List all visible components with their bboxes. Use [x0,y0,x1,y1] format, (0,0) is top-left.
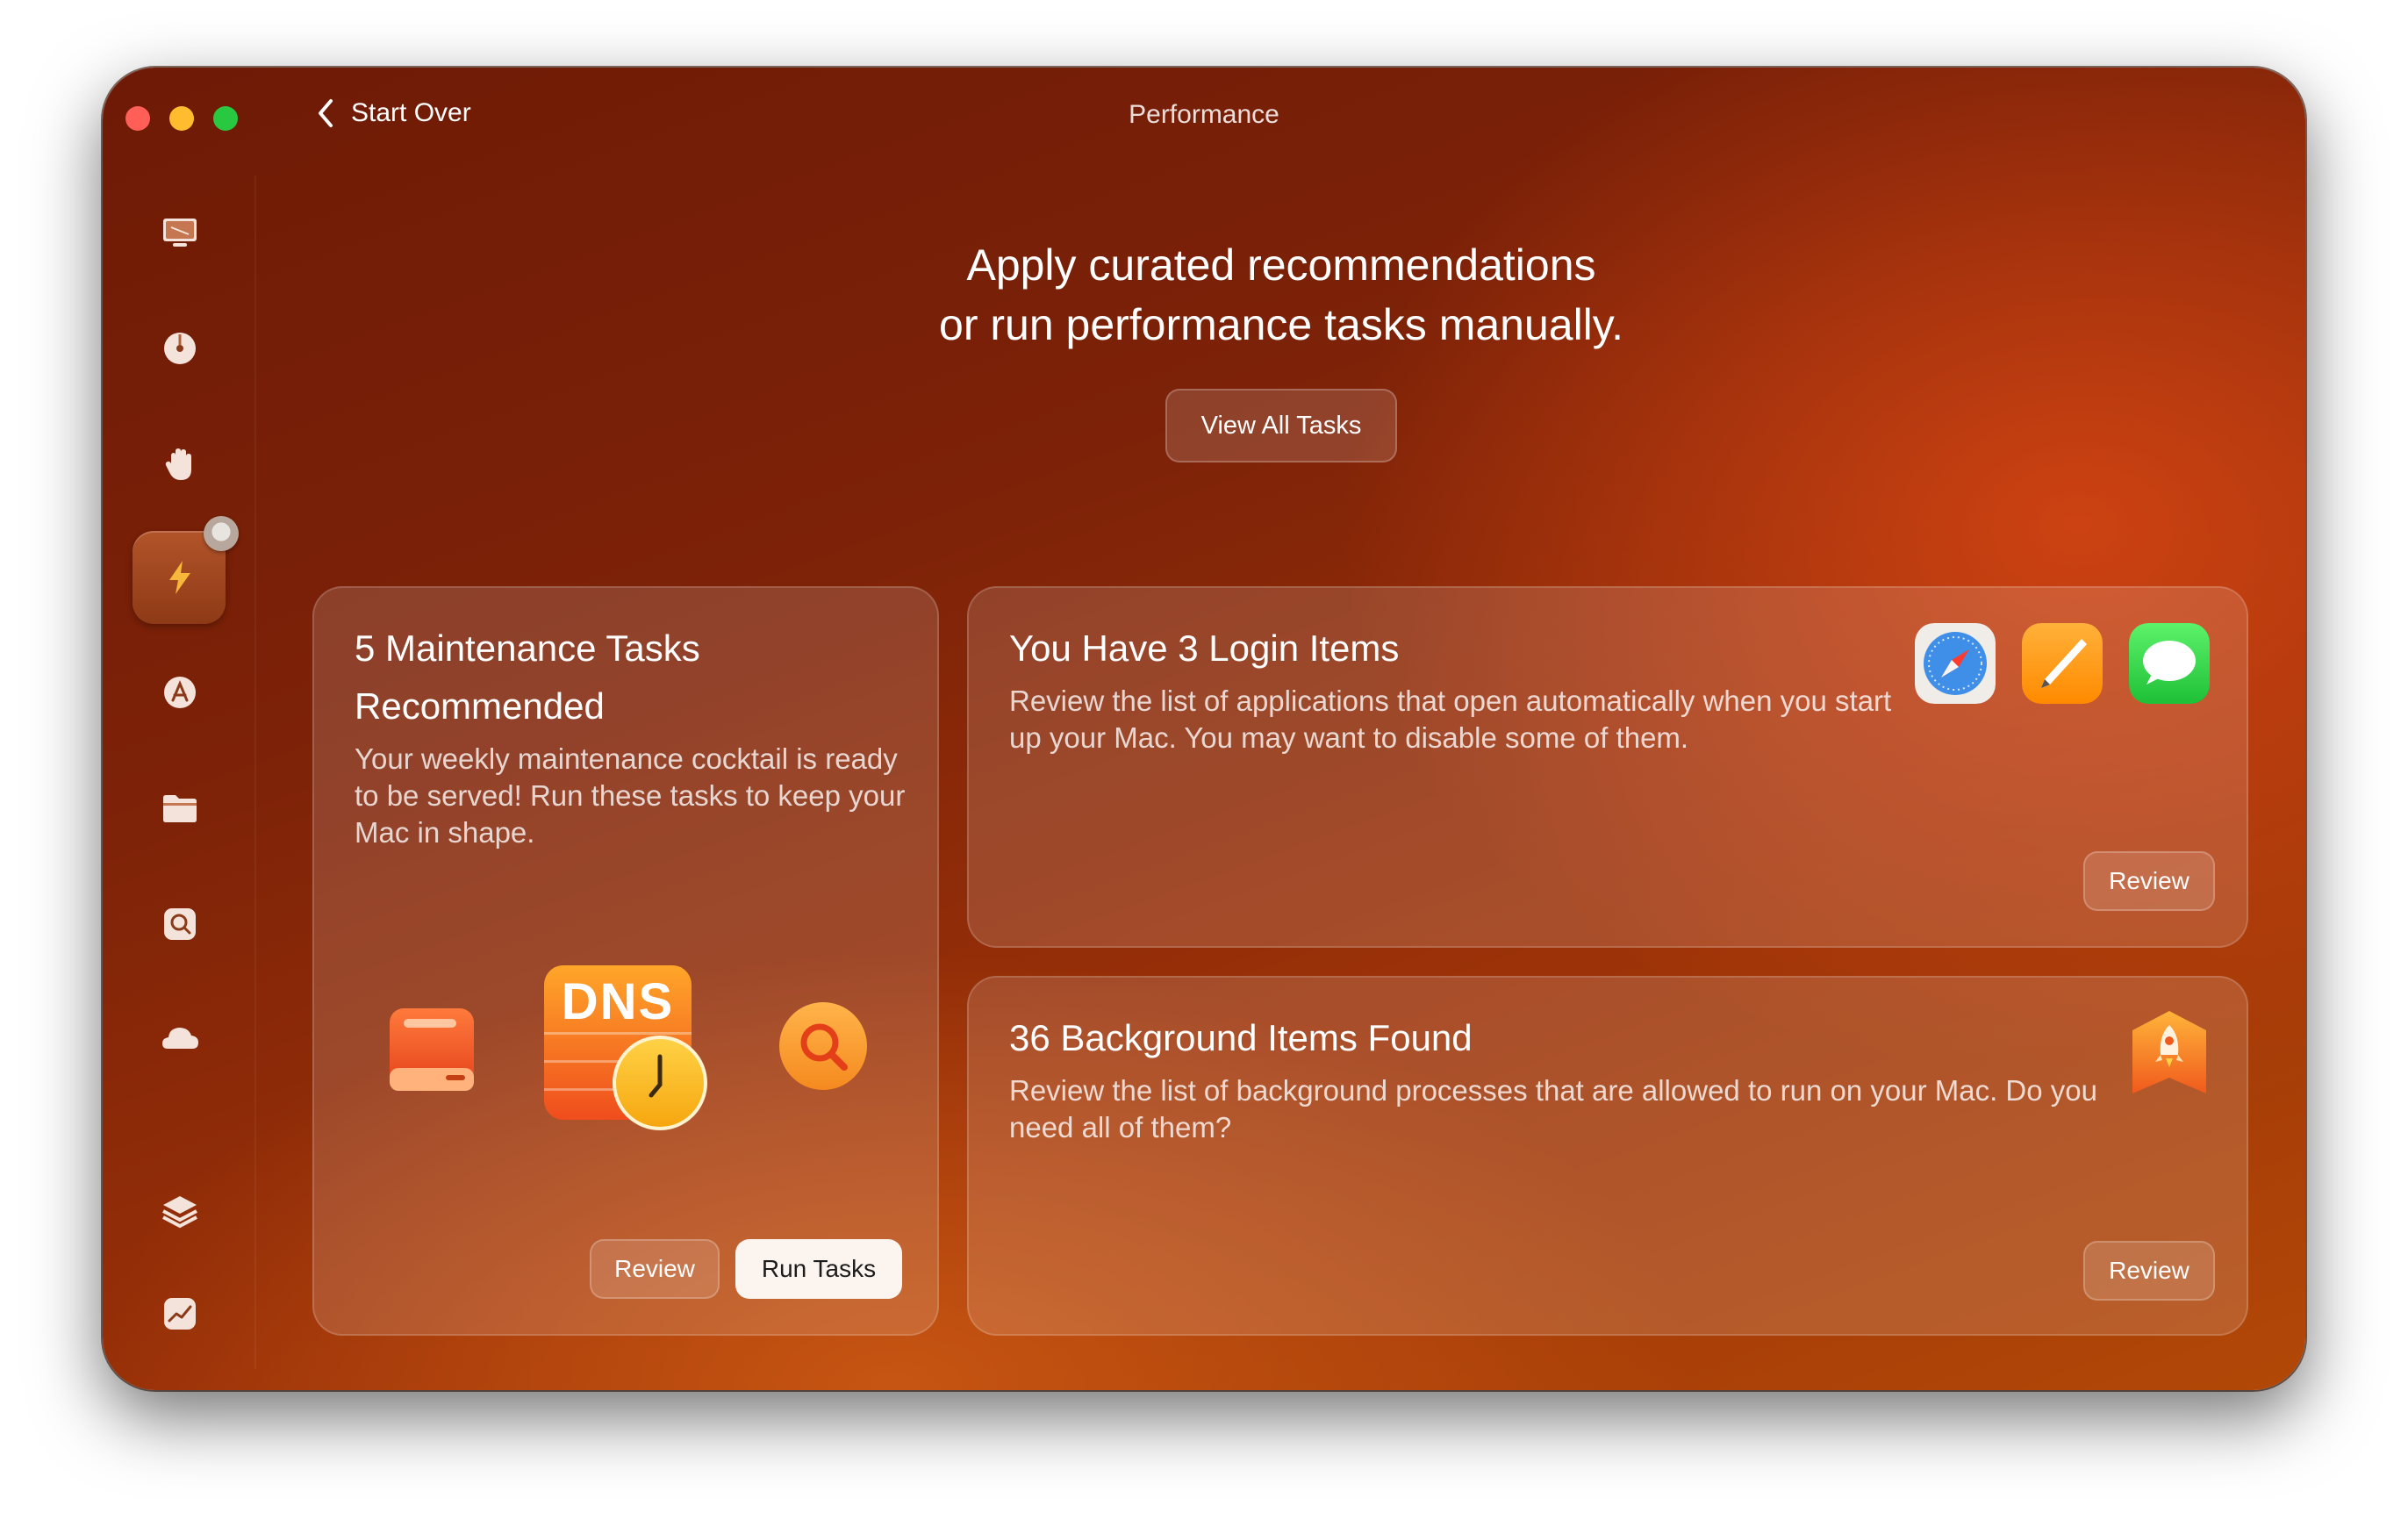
cloud-icon [162,1028,198,1049]
sidebar-item-cloud[interactable] [149,1009,211,1071]
login-items-review-button[interactable]: Review [2083,851,2215,911]
magnifier-icon [779,1002,867,1090]
login-items-card: You Have 3 Login Items Review the list o… [967,586,2248,948]
maintenance-title: 5 Maintenance Tasks Recommended [355,620,916,735]
login-items-description: Review the list of applications that ope… [1009,685,1892,754]
maintenance-review-button[interactable]: Review [590,1239,720,1299]
safari-icon [1915,623,1996,704]
maintenance-description: Your weekly maintenance cocktail is read… [355,742,906,849]
maintenance-card: 5 Maintenance Tasks Recommended Your wee… [312,586,939,1336]
drive-icon [390,1008,474,1091]
background-items-review-button[interactable]: Review [2083,1241,2215,1301]
sidebar-item-files[interactable] [149,778,211,839]
sidebar-divider [254,176,256,1369]
chart-icon [164,1298,196,1330]
lightning-icon [169,561,190,594]
sidebar-item-storage[interactable] [149,1181,211,1243]
sidebar-item-monitor[interactable] [149,1283,211,1344]
page-headline: Apply curated recommendations or run per… [0,235,2408,355]
headline-line-2: or run performance tasks manually. [939,300,1623,349]
layers-icon [162,1196,197,1229]
sidebar-item-protection[interactable] [149,434,211,495]
sidebar-item-performance[interactable] [149,547,211,608]
maintenance-title-line-2: Recommended [355,685,605,727]
background-items-card: 36 Background Items Found Review the lis… [967,976,2248,1336]
notification-badge [204,516,239,551]
maintenance-title-line-1: 5 Maintenance Tasks [355,627,700,669]
dns-label: DNS [561,973,675,1030]
hand-icon [165,448,191,480]
run-tasks-button[interactable]: Run Tasks [735,1239,902,1299]
headline-line-1: Apply curated recommendations [966,240,1596,290]
messages-icon [2129,623,2210,704]
login-items-title: You Have 3 Login Items [1009,627,1400,669]
lens-icon [164,908,196,940]
background-items-title: 36 Background Items Found [1009,1017,1473,1058]
app-icon [164,677,196,708]
sidebar-item-applications[interactable] [149,662,211,723]
pages-icon [2022,623,2103,704]
folder-icon [163,795,197,822]
window-title: Performance [1129,100,1279,129]
rocket-badge-icon [2132,1011,2206,1093]
view-all-tasks-button[interactable]: View All Tasks [1165,389,1397,462]
sidebar-item-space-lens[interactable] [149,893,211,955]
background-items-description: Review the list of background processes … [1009,1074,2097,1143]
